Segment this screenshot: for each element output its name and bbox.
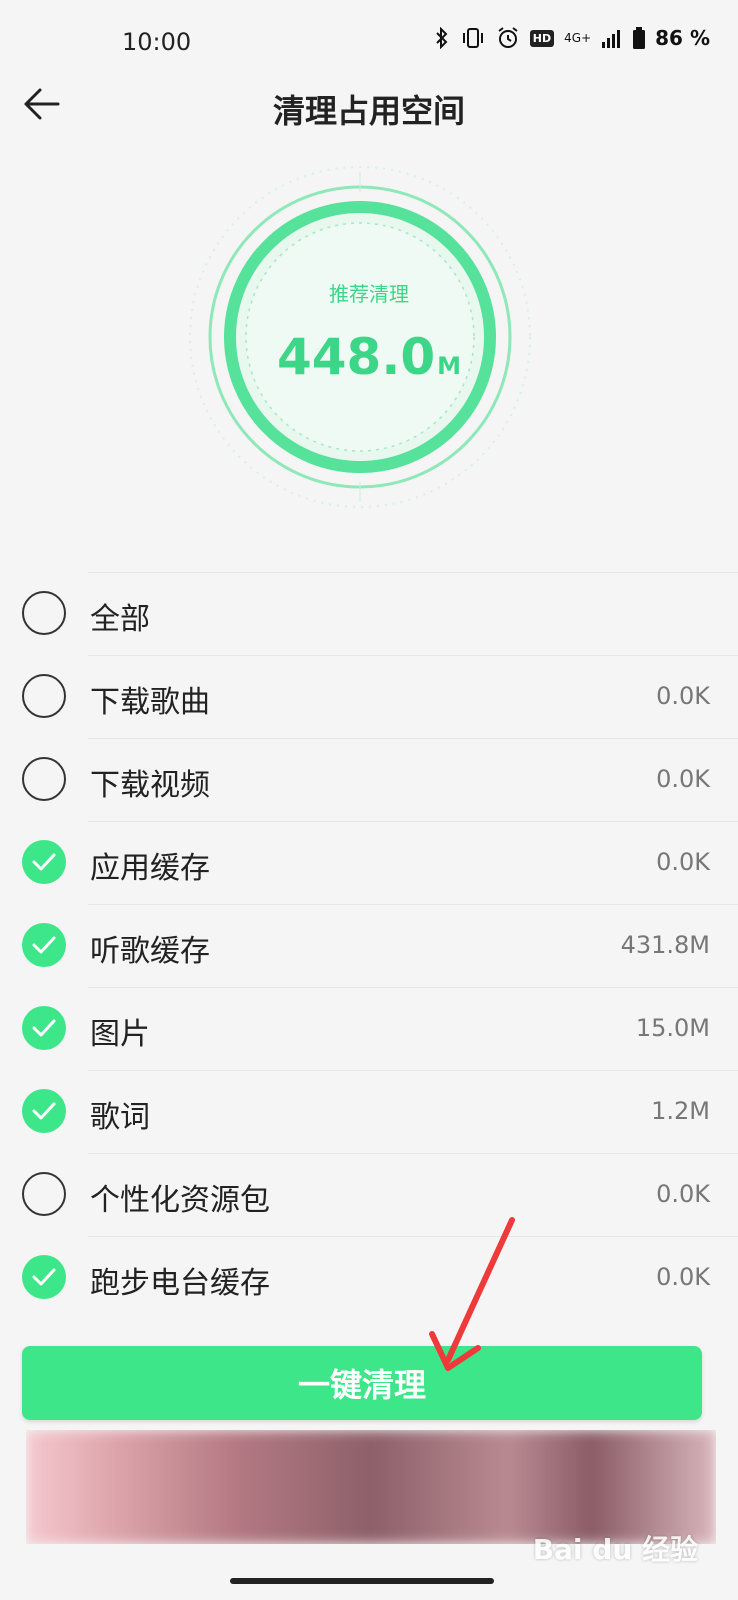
checkbox-checked[interactable]: [22, 1255, 66, 1299]
cleanup-list: 全部 下载歌曲 0.0K 下载视频 0.0K 应用缓存 0.0K 听歌缓存 43…: [0, 572, 738, 1319]
divider: [88, 987, 738, 988]
battery-icon: [633, 27, 646, 49]
divider: [88, 1236, 738, 1237]
check-icon: [32, 1102, 56, 1120]
ad-image: [26, 1430, 716, 1544]
divider: [88, 821, 738, 822]
vibrate-icon: [460, 27, 486, 49]
item-size: 0.0K: [656, 765, 710, 793]
list-item[interactable]: 跑步电台缓存 0.0K: [0, 1236, 738, 1319]
checkbox-unchecked[interactable]: [22, 674, 66, 718]
item-size: 0.0K: [656, 682, 710, 710]
list-item-all[interactable]: 全部: [0, 572, 738, 655]
checkbox-unchecked[interactable]: [22, 757, 66, 801]
item-label: 歌词: [90, 1100, 150, 1135]
check-icon: [32, 1268, 56, 1286]
checkbox-checked[interactable]: [22, 1006, 66, 1050]
status-icons: HD 4G+ 86 %: [434, 26, 710, 50]
item-size: 0.0K: [656, 1180, 710, 1208]
checkbox-checked[interactable]: [22, 1089, 66, 1133]
check-icon: [32, 853, 56, 871]
network-label: 4G+: [564, 31, 592, 45]
gauge-label: 推荐清理: [329, 282, 409, 306]
checkbox-checked[interactable]: [22, 923, 66, 967]
gauge-value: 448.0M: [276, 328, 462, 386]
item-size: 431.8M: [620, 931, 710, 959]
item-label: 全部: [90, 602, 150, 637]
checkbox-checked[interactable]: [22, 840, 66, 884]
one-click-clean-button[interactable]: 一键清理: [22, 1346, 702, 1420]
divider: [88, 738, 738, 739]
ad-banner[interactable]: [26, 1430, 716, 1544]
checkbox-unchecked[interactable]: [22, 591, 66, 635]
list-item[interactable]: 听歌缓存 431.8M: [0, 904, 738, 987]
checkbox-unchecked[interactable]: [22, 1172, 66, 1216]
hd-badge: HD: [529, 29, 555, 47]
status-time: 10:00: [122, 28, 192, 56]
divider: [88, 655, 738, 656]
item-label: 图片: [90, 1017, 150, 1052]
annotation-arrow-icon: [429, 1217, 515, 1371]
item-label: 个性化资源包: [90, 1183, 270, 1218]
item-label: 下载歌曲: [90, 685, 210, 720]
list-item[interactable]: 个性化资源包 0.0K: [0, 1153, 738, 1236]
check-icon: [32, 1019, 56, 1037]
item-size: 0.0K: [656, 1263, 710, 1291]
item-label: 听歌缓存: [90, 934, 210, 969]
divider: [88, 572, 738, 573]
home-indicator[interactable]: [230, 1578, 494, 1584]
list-item[interactable]: 图片 15.0M: [0, 987, 738, 1070]
bluetooth-icon: [434, 27, 450, 49]
item-size: 15.0M: [635, 1014, 710, 1042]
divider: [88, 1070, 738, 1071]
signal-icon: [601, 28, 623, 48]
item-label: 跑步电台缓存: [90, 1266, 270, 1301]
item-label: 下载视频: [90, 768, 210, 803]
item-size: 1.2M: [651, 1097, 710, 1125]
list-item[interactable]: 下载视频 0.0K: [0, 738, 738, 821]
watermark: Bai du 经验: [532, 1533, 698, 1566]
item-label: 应用缓存: [90, 851, 210, 886]
list-item[interactable]: 应用缓存 0.0K: [0, 821, 738, 904]
divider: [88, 1153, 738, 1154]
divider: [88, 904, 738, 905]
list-item[interactable]: 下载歌曲 0.0K: [0, 655, 738, 738]
page-title: 清理占用空间: [272, 92, 465, 130]
list-item[interactable]: 歌词 1.2M: [0, 1070, 738, 1153]
check-icon: [32, 936, 56, 954]
battery-percent: 86 %: [655, 26, 710, 50]
item-size: 0.0K: [656, 848, 710, 876]
status-bar: 10:00 HD 4G+ 86 %: [0, 0, 738, 80]
alarm-icon: [496, 26, 520, 50]
header: 清理占用空间: [0, 70, 738, 140]
